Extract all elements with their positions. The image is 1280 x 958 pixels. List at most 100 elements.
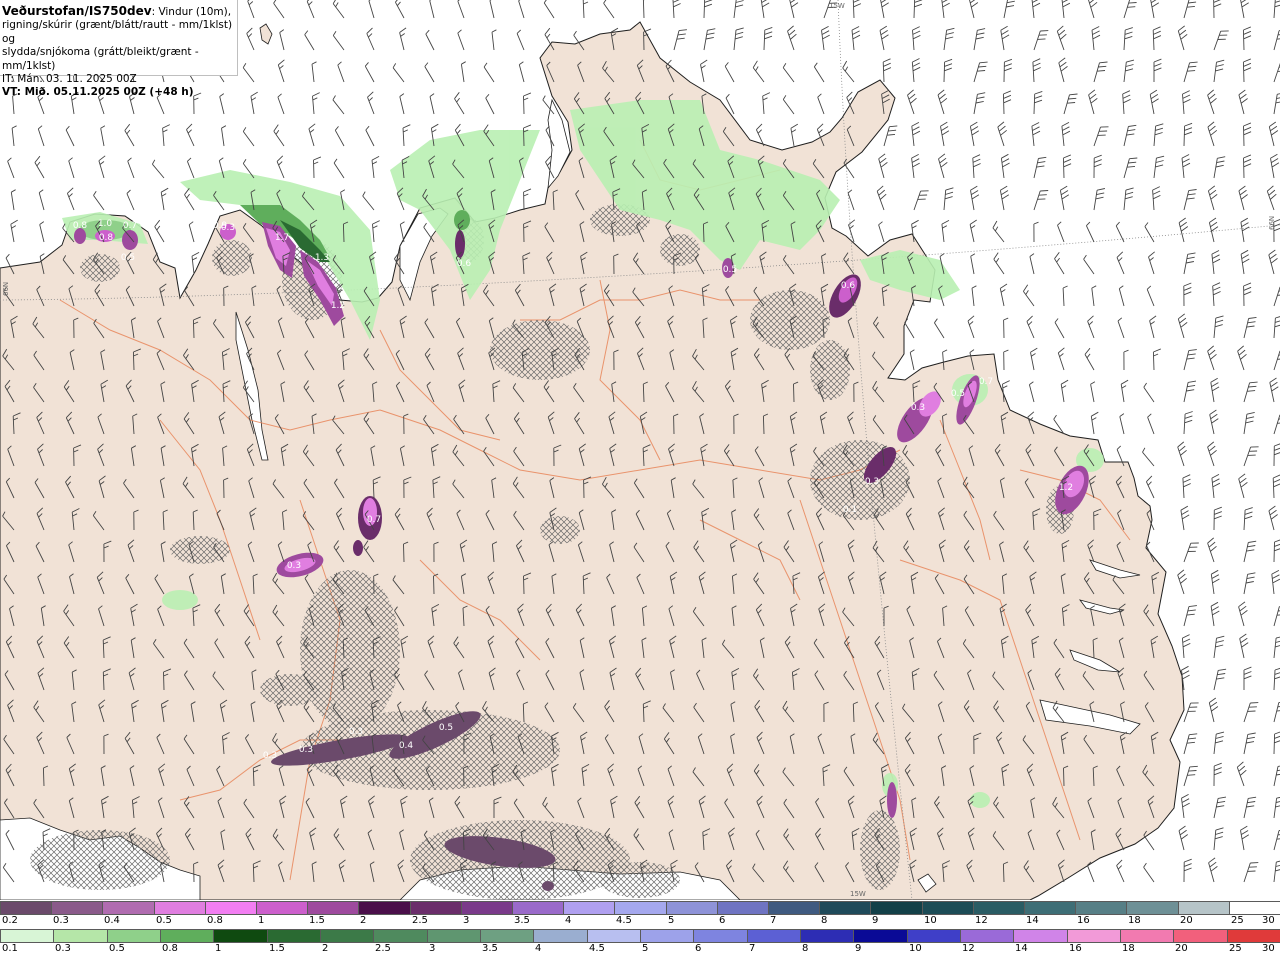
rain-legend-swatch — [1173, 929, 1228, 943]
rain-legend-swatch — [53, 929, 108, 943]
snow-legend-swatch — [512, 901, 565, 915]
rain-legend-swatch — [1013, 929, 1068, 943]
grid-label-bottom: 15W — [850, 890, 866, 898]
rain-legend-label: 5 — [642, 943, 649, 954]
snow-legend-label: 14 — [1026, 915, 1039, 926]
snow-legend-label: 18 — [1128, 915, 1141, 926]
precip-value-label: 0.6 — [841, 281, 856, 291]
snow-legend-swatch — [768, 901, 821, 915]
rain-legend-swatch — [586, 929, 641, 943]
precip-value-label: 0.9 — [213, 221, 228, 231]
rain-legend-label: 3.5 — [482, 943, 498, 954]
rain-legend-swatch — [533, 929, 588, 943]
precip-value-label: 0.5 — [723, 265, 737, 275]
snow-legend-swatch — [870, 901, 923, 915]
snow-legend-label: 3 — [463, 915, 470, 926]
rain-legend-label: 12 — [962, 943, 975, 954]
precip-value-label: 0.5 — [121, 253, 135, 263]
rain-legend-label: 4 — [535, 943, 542, 954]
rain-legend-swatch — [159, 929, 215, 943]
snow-legend-label: 1 — [258, 915, 265, 926]
rain-legend-swatch — [906, 929, 961, 943]
snow-legend-label: 4 — [565, 915, 572, 926]
snow-legend-swatch — [358, 901, 411, 915]
rain-legend-label: 16 — [1069, 943, 1082, 954]
snow-legend-swatch — [972, 901, 1026, 915]
snow-legend-label: 12 — [975, 915, 988, 926]
rain-legend-swatch — [319, 929, 375, 943]
precip-value-label: 0.3 — [299, 745, 313, 755]
snow-legend-swatch — [1075, 901, 1128, 915]
snow-legend-swatch — [409, 901, 462, 915]
rain-legend-label: 10 — [909, 943, 922, 954]
snow-legend-swatch — [1177, 901, 1230, 915]
snow-legend-label: 8 — [821, 915, 828, 926]
snow-legend-swatch — [0, 901, 53, 915]
snow-legend-swatch — [716, 901, 770, 915]
snow-legend-label: 2 — [360, 915, 367, 926]
precip-value-label: 1.2 — [331, 301, 345, 311]
snow-legend-swatch — [256, 901, 309, 915]
rain-legend-swatch — [799, 929, 855, 943]
snow-legend-label: 10 — [924, 915, 937, 926]
snow-legend-label: 2.5 — [412, 915, 428, 926]
rain-legend-swatch — [373, 929, 428, 943]
rain-legend-swatch — [0, 929, 55, 943]
snow-legend-labels: 0.2 0.3 0.4 0.5 0.8 1 1.5 2 2.5 3 3.5 4 4.5 5 6 7 8 9 10 12… — [0, 915, 1280, 929]
snow-legend-label: 16 — [1077, 915, 1090, 926]
rain-legend-label: 1.5 — [269, 943, 285, 954]
precip-value-label: 0.1 — [843, 505, 857, 515]
rain-legend-label: 14 — [1015, 943, 1028, 954]
snow-legend-swatch — [1024, 901, 1077, 915]
title-variables: : Vindur (10m), — [151, 6, 232, 18]
rain-legend-swatch — [1066, 929, 1121, 943]
precip-value-label: 0.5 — [439, 723, 453, 733]
snow-legend-label: 0.8 — [207, 915, 223, 926]
snow-legend-swatch — [153, 901, 206, 915]
snow-legend-label: 5 — [668, 915, 675, 926]
rain-legend-label: 20 — [1175, 943, 1188, 954]
rain-legend-labels: 0.1 0.3 0.5 0.8 1 1.5 2 2.5 3 3.5 4 4.5 5 6 7 8 9 10 12 14 1… — [0, 943, 1280, 957]
rain-legend-label: 25 — [1229, 943, 1242, 954]
precip-value-label: 0.3 — [865, 477, 879, 487]
rain-legend-label: 9 — [855, 943, 862, 954]
title-line-rain: rigning/skúrir (grænt/blátt/rautt - mm/1… — [2, 19, 233, 45]
snow-legend-label: 7 — [770, 915, 777, 926]
rain-legend-label: 3 — [429, 943, 436, 954]
rain-legend-label: 0.5 — [109, 943, 125, 954]
snow-legend-swatch — [614, 901, 667, 915]
rain-legend-swatch — [693, 929, 748, 943]
precip-value-label: 1.3 — [315, 253, 329, 263]
precip-value-label: 0.3 — [349, 727, 363, 737]
rain-legend-label: 1 — [215, 943, 222, 954]
rain-legend-label: 8 — [802, 943, 809, 954]
snow-legend-label: 6 — [719, 915, 726, 926]
map-title-box: Veðurstofan/IS750dev: Vindur (10m), rign… — [0, 0, 238, 98]
valid-time: VT: Mið. 05.11.2025 00Z (+48 h) — [2, 86, 194, 99]
snow-legend-label: 9 — [872, 915, 879, 926]
snow-legend-label: 1.5 — [309, 915, 325, 926]
snow-legend-swatch — [563, 901, 616, 915]
precip-value-label: 0.7 — [367, 515, 381, 525]
snow-legend-swatch — [665, 901, 718, 915]
snow-legend-swatch — [307, 901, 360, 915]
precip-value-label: 0.7 — [123, 221, 137, 231]
rain-legend-label: 6 — [695, 943, 702, 954]
precip-value-label: 0.8 — [73, 221, 88, 231]
snow-legend-swatch — [204, 901, 258, 915]
snow-legend-label: 3.5 — [514, 915, 530, 926]
rain-legend-label: 4.5 — [589, 943, 605, 954]
precip-value-label: 0.3 — [287, 561, 301, 571]
snow-legend-label: 0.3 — [53, 915, 69, 926]
snow-legend-swatch — [1126, 901, 1179, 915]
snow-color-legend — [0, 901, 1280, 915]
snow-legend-swatch — [460, 901, 514, 915]
snow-legend-label: 0.5 — [156, 915, 172, 926]
snow-legend-swatch — [921, 901, 974, 915]
rain-legend-label: 7 — [749, 943, 756, 954]
title-source: Veðurstofan/IS750dev — [2, 4, 152, 18]
rain-legend-label: 2 — [322, 943, 329, 954]
rain-legend-swatch — [853, 929, 908, 943]
precip-value-label: 1.0 — [98, 219, 113, 229]
precip-value-label: 0.5 — [951, 389, 965, 399]
